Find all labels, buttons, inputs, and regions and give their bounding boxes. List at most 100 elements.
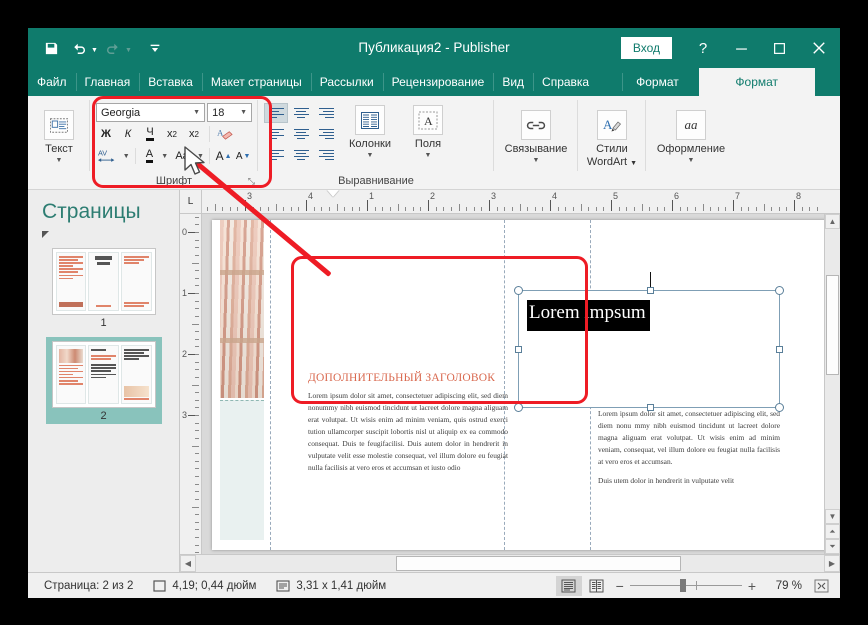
resize-handle-e[interactable] [776, 346, 783, 353]
shrink-font-button[interactable]: A▼ [234, 146, 252, 166]
italic-button[interactable]: К [118, 124, 138, 144]
vertical-scroll-track[interactable] [825, 229, 840, 509]
customize-qat-icon[interactable] [142, 35, 168, 61]
middle-column[interactable]: ДОПОЛНИТЕЛЬНЫЙ ЗАГОЛОВОК Lorem ipsum dol… [308, 372, 508, 481]
resize-handle-w[interactable] [515, 346, 522, 353]
page-sheet[interactable]: ДОПОЛНИТЕЛЬНЫЙ ЗАГОЛОВОК Lorem ipsum dol… [212, 220, 824, 550]
superscript-button[interactable]: x2 [184, 124, 204, 144]
close-button[interactable] [798, 28, 840, 68]
align-bottom-right-button[interactable] [314, 145, 338, 165]
help-icon[interactable]: ? [684, 28, 722, 68]
scroll-up-button[interactable]: ▲ [825, 214, 840, 229]
align-bottom-center-button[interactable] [289, 145, 313, 165]
vertical-scrollbar[interactable]: ▲ ▼ ⏶ ⏷ [824, 214, 840, 554]
linking-button[interactable]: Связывание ▼ [498, 107, 574, 164]
page-thumbnail-2[interactable]: 2 [46, 337, 162, 424]
chevron-down-icon[interactable]: ▼ [161, 153, 168, 160]
tab-insert[interactable]: Вставка [139, 68, 202, 96]
two-page-spread-view-icon[interactable] [584, 576, 610, 596]
next-page-button[interactable]: ⏷ [825, 539, 840, 554]
horizontal-ruler[interactable]: 3412345678910 [202, 190, 824, 214]
tab-mailings[interactable]: Рассылки [311, 68, 383, 96]
change-case-button[interactable]: Aa [170, 146, 194, 166]
zoom-in-button[interactable]: + [748, 578, 756, 594]
horizontal-scrollbar[interactable]: ◀ ▶ [180, 554, 840, 572]
columns-button[interactable]: Колонки ▼ [344, 102, 396, 159]
text-button[interactable]: Текст ▼ [33, 107, 85, 164]
previous-page-button[interactable]: ⏶ [825, 524, 840, 539]
document-canvas[interactable]: ДОПОЛНИТЕЛЬНЫЙ ЗАГОЛОВОК Lorem ipsum dol… [202, 214, 824, 554]
scroll-right-button[interactable]: ▶ [824, 555, 840, 572]
chevron-down-icon[interactable]: ▼ [533, 157, 540, 164]
redo-icon[interactable] [100, 35, 126, 61]
align-top-left-button[interactable] [264, 103, 288, 123]
align-top-center-button[interactable] [289, 103, 313, 123]
align-top-right-button[interactable] [314, 103, 338, 123]
tab-file[interactable]: Файл [28, 68, 76, 96]
bold-button[interactable]: Ж [96, 124, 116, 144]
chevron-down-icon[interactable]: ▼ [56, 157, 63, 164]
chevron-down-icon[interactable]: ▼ [123, 153, 130, 160]
tab-help[interactable]: Справка [533, 68, 598, 96]
sign-in-button[interactable]: Вход [621, 37, 672, 59]
teal-sidebar-box[interactable] [220, 400, 264, 540]
indent-marker[interactable] [327, 190, 339, 197]
font-size-combo[interactable]: 18 ▼ [207, 103, 252, 122]
chevron-down-icon[interactable]: ▼ [197, 153, 204, 160]
font-dialog-launcher[interactable]: ⤡ [248, 176, 255, 187]
tab-stop-selector[interactable]: L [180, 190, 202, 214]
save-icon[interactable] [38, 35, 64, 61]
tab-home[interactable]: Главная [76, 68, 140, 96]
align-bottom-left-button[interactable] [264, 145, 288, 165]
maximize-button[interactable] [760, 28, 798, 68]
selected-text[interactable]: Lorem impsum [527, 300, 650, 331]
zoom-out-button[interactable]: − [616, 578, 624, 594]
horizontal-scroll-thumb[interactable] [396, 556, 681, 571]
clear-formatting-icon[interactable]: A [215, 124, 235, 144]
align-middle-center-button[interactable] [289, 124, 313, 144]
resize-handle-n[interactable] [647, 287, 654, 294]
resize-handle-s[interactable] [647, 404, 654, 411]
grow-font-button[interactable]: A▲ [215, 146, 233, 166]
zoom-slider-track[interactable] [630, 585, 742, 586]
chevron-down-icon[interactable]: ▼ [425, 152, 432, 159]
bookshelf-photo[interactable] [220, 220, 264, 398]
wordart-styles-button[interactable]: A Стили WordArt ▼ [581, 107, 643, 168]
font-color-button[interactable]: A [141, 146, 159, 166]
scroll-left-button[interactable]: ◀ [180, 555, 196, 572]
margins-button[interactable]: A Поля ▼ [402, 102, 454, 159]
tab-review[interactable]: Рецензирование [383, 68, 494, 96]
chevron-down-icon[interactable]: ▼ [191, 109, 204, 116]
resize-handle-se[interactable] [775, 403, 784, 412]
subscript-button[interactable]: x2 [162, 124, 182, 144]
selected-text-box[interactable]: Lorem impsum [518, 290, 780, 408]
redo-dropdown-caret[interactable]: ▼ [125, 47, 132, 54]
resize-handle-nw[interactable] [514, 286, 523, 295]
collapse-pages-icon[interactable] [42, 231, 49, 238]
fit-page-icon[interactable] [808, 576, 834, 596]
single-page-view-icon[interactable] [556, 576, 582, 596]
tab-format-text[interactable]: Формат [699, 68, 815, 96]
font-name-combo[interactable]: Georgia ▼ [96, 103, 205, 122]
scroll-down-button[interactable]: ▼ [825, 509, 840, 524]
tab-format-drawing[interactable]: Формат [622, 68, 693, 96]
character-spacing-button[interactable]: AV [96, 146, 120, 166]
page-info-item[interactable]: Страница: 2 из 2 [34, 580, 143, 592]
chevron-down-icon[interactable]: ▼ [630, 160, 637, 167]
chevron-down-icon[interactable]: ▼ [238, 109, 251, 116]
typography-button[interactable]: aa Оформление ▼ [649, 107, 733, 164]
vertical-scroll-thumb[interactable] [826, 275, 839, 375]
underline-button[interactable]: Ч [140, 124, 160, 144]
vertical-ruler[interactable]: 0123 [180, 214, 202, 554]
tab-page-layout[interactable]: Макет страницы [202, 68, 311, 96]
resize-handle-sw[interactable] [514, 403, 523, 412]
align-middle-left-button[interactable] [264, 124, 288, 144]
undo-dropdown-caret[interactable]: ▼ [91, 47, 98, 54]
tab-view[interactable]: Вид [493, 68, 533, 96]
chevron-down-icon[interactable]: ▼ [367, 152, 374, 159]
align-middle-right-button[interactable] [314, 124, 338, 144]
undo-icon[interactable] [66, 35, 92, 61]
zoom-slider-thumb[interactable] [680, 579, 686, 592]
page-thumbnail-1[interactable]: 1 [46, 244, 162, 331]
chevron-down-icon[interactable]: ▼ [688, 157, 695, 164]
